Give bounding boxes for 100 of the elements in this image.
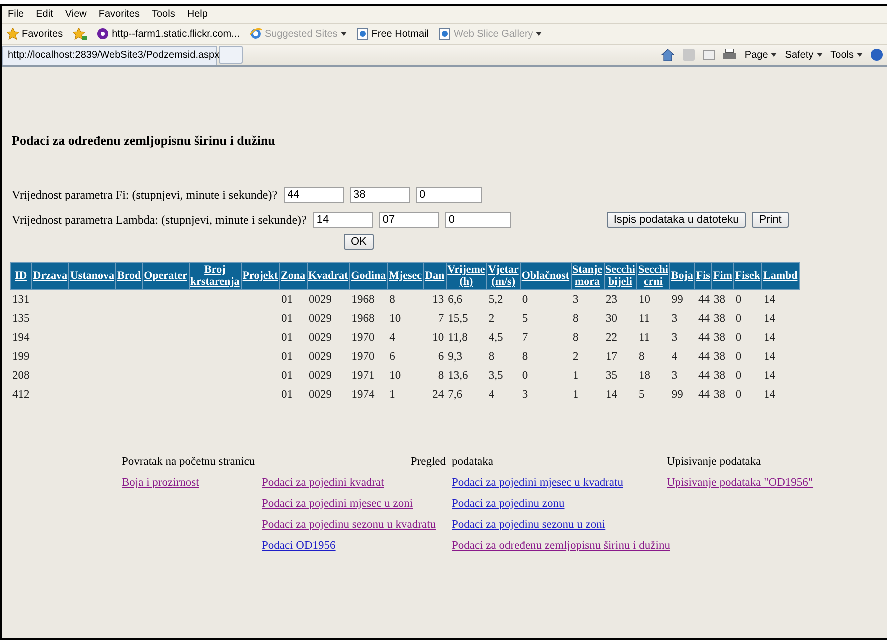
menu-item[interactable]: Favorites bbox=[98, 9, 140, 20]
table-cell-text: 10 bbox=[388, 312, 402, 326]
column-header-link[interactable]: Kvadrat bbox=[307, 262, 350, 290]
column-header-link[interactable]: Godina bbox=[350, 262, 388, 290]
column-header-link[interactable]: Operater bbox=[142, 262, 189, 290]
favorites-link[interactable]: http--farm1.static.flickr.com... bbox=[97, 28, 240, 40]
table-cell: 99 bbox=[670, 290, 695, 309]
column-header-link[interactable]: Dan bbox=[424, 262, 446, 290]
command-button[interactable]: Page bbox=[744, 50, 778, 60]
column-header-link[interactable]: Lambd bbox=[762, 262, 800, 290]
section-heading: Pregled bbox=[410, 456, 447, 468]
column-header-link[interactable]: Fis bbox=[694, 262, 712, 290]
column-header-link[interactable]: Vrijeme (h) bbox=[446, 262, 487, 290]
table-cell-text: 22 bbox=[605, 330, 618, 346]
column-header-link[interactable]: Broj krstarenja bbox=[189, 262, 242, 290]
column-header-link[interactable]: Projekt bbox=[241, 262, 280, 290]
print-button[interactable]: Print bbox=[752, 212, 789, 228]
page-heading: Podaci za određenu zemljopisnu širinu i dužinu bbox=[12, 133, 276, 149]
column-header-link[interactable]: Mjesec bbox=[388, 262, 424, 290]
page-link[interactable]: Podaci za pojedini mjesec u kvadratu bbox=[452, 477, 624, 489]
table-cell-text: 194 bbox=[12, 330, 31, 346]
menu-item[interactable]: Help bbox=[187, 9, 208, 20]
table-cell-text: 0029 bbox=[308, 350, 333, 364]
table-cell-text: 35 bbox=[605, 368, 618, 384]
page-link[interactable]: Upisivanje podataka "OD1956" bbox=[667, 477, 814, 489]
favorites-button[interactable]: Favorites bbox=[7, 28, 64, 40]
page-link[interactable]: Podaci za određenu zemljopisnu širinu i dužinu bbox=[452, 540, 670, 552]
table-cell-text: 1974 bbox=[350, 388, 376, 402]
page-link[interactable]: Podaci OD1956 bbox=[262, 540, 336, 552]
column-header-link[interactable]: Secchi bijeli bbox=[604, 262, 637, 290]
table-cell-text: 8 bbox=[572, 312, 580, 326]
menu-item[interactable]: Edit bbox=[36, 9, 54, 20]
table-cell-text: 44 bbox=[697, 388, 711, 402]
table-cell-text: 199 bbox=[12, 350, 31, 364]
page-link[interactable]: Podaci za pojedinu zonu bbox=[452, 498, 565, 510]
menu-item[interactable]: File bbox=[8, 9, 24, 20]
input-field[interactable]: 38 bbox=[350, 187, 410, 203]
table-cell-text: 4,5 bbox=[488, 330, 504, 346]
command-button[interactable]: Safety bbox=[785, 50, 823, 60]
column-header-link[interactable]: Oblačnost bbox=[520, 262, 572, 290]
table-cell-text: 1971 bbox=[350, 368, 376, 384]
table-cell-text: 38 bbox=[712, 312, 726, 326]
ok-button[interactable]: OK bbox=[344, 234, 374, 250]
input-field[interactable]: 0 bbox=[416, 187, 482, 203]
section-heading: podataka bbox=[452, 456, 495, 468]
page-link[interactable]: Podaci za pojedini mjesec u zoni bbox=[262, 498, 414, 510]
table-cell-text: 8 bbox=[437, 368, 446, 384]
export-button[interactable]: Ispis podataka u datoteku bbox=[606, 212, 746, 228]
caret-icon bbox=[771, 53, 778, 57]
globe-icon bbox=[250, 28, 262, 40]
table-cell-text: 4 bbox=[670, 350, 679, 364]
add-favorite-icon bbox=[73, 28, 88, 40]
browser-tab[interactable]: http://localhost:2839/WebSite3/Podzemsid.aspx bbox=[2, 46, 217, 64]
column-header-link[interactable]: Fim bbox=[712, 262, 734, 290]
column-header-link[interactable]: Vjetar (m/s) bbox=[486, 262, 520, 290]
command-button[interactable]: Tools bbox=[830, 50, 863, 60]
table-cell-text: 14 bbox=[762, 350, 776, 364]
page-link[interactable]: Podaci za pojedinu sezonu u kvadratu bbox=[262, 519, 436, 531]
table-cell-text: 3 bbox=[670, 368, 679, 384]
table-cell-text: 7,6 bbox=[447, 388, 464, 402]
table-cell-text: 11 bbox=[638, 330, 652, 346]
table-cell-text: 6 bbox=[437, 350, 446, 364]
column-header-link[interactable]: Boja bbox=[670, 262, 695, 290]
table-cell-text: 208 bbox=[12, 368, 31, 384]
table-cell-text: 14 bbox=[762, 330, 776, 346]
table-cell-text: 1970 bbox=[350, 330, 376, 346]
circle-icon bbox=[97, 28, 110, 40]
table-cell-text: 99 bbox=[670, 388, 684, 402]
column-header-link[interactable]: Brod bbox=[116, 262, 143, 290]
caret-icon bbox=[857, 53, 863, 57]
menu-item[interactable]: Tools bbox=[152, 9, 176, 20]
table-cell-text: 5 bbox=[521, 312, 530, 326]
table-cell-text: 3 bbox=[670, 312, 679, 326]
favorites-link[interactable]: Free Hotmail bbox=[356, 28, 430, 40]
column-header-link[interactable]: Zona bbox=[280, 262, 307, 290]
caret-icon bbox=[340, 32, 347, 36]
page-link[interactable]: Podaci za pojedinu sezonu u zoni bbox=[452, 519, 606, 531]
input-field[interactable]: 44 bbox=[284, 187, 344, 203]
page-link[interactable]: Boja i prozirnost bbox=[122, 477, 200, 489]
column-header-link[interactable]: Stanje mora bbox=[571, 262, 604, 290]
table-cell-text: 0 bbox=[734, 312, 743, 326]
table-cell-text: 1970 bbox=[350, 350, 376, 364]
table-cell-text: 0 bbox=[734, 388, 743, 402]
column-header-link[interactable]: Ustanova bbox=[68, 262, 116, 290]
input-field[interactable]: 0 bbox=[444, 212, 511, 228]
table-cell-text: 01 bbox=[280, 388, 294, 402]
page-link[interactable]: Podaci za pojedini kvadrat bbox=[262, 477, 384, 489]
column-header-link[interactable]: Secchi crni bbox=[636, 262, 670, 290]
menu-item[interactable]: View bbox=[65, 9, 87, 20]
table-cell-text: 7 bbox=[437, 312, 446, 326]
column-header-link[interactable]: Fisek bbox=[734, 262, 762, 290]
table-cell-text: 4 bbox=[488, 388, 496, 402]
table-cell-text: 8 bbox=[572, 330, 580, 346]
new-tab-button[interactable] bbox=[219, 46, 243, 64]
input-field[interactable]: 14 bbox=[312, 212, 373, 228]
column-header-link[interactable]: ID bbox=[10, 262, 32, 290]
table-cell: 14 bbox=[762, 290, 800, 309]
input-field[interactable]: 07 bbox=[378, 212, 439, 228]
field-label: Vrijednost parametra Lambda: (stupnjevi, minute i sekunde)? bbox=[12, 212, 307, 228]
column-header-link[interactable]: Drzava bbox=[32, 262, 69, 290]
